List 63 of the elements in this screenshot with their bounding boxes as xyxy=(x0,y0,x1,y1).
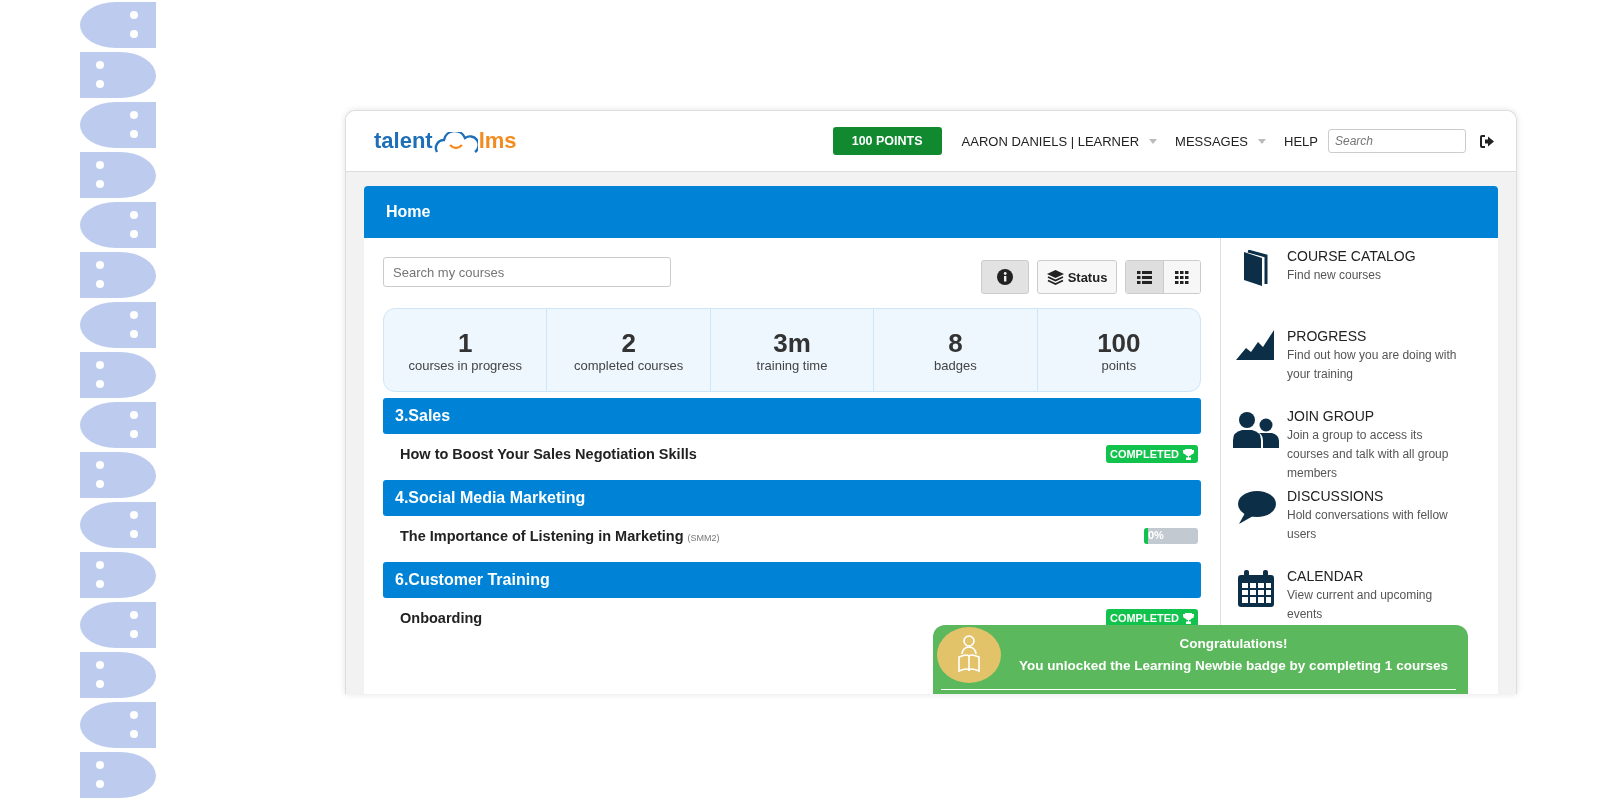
sidebar-link[interactable]: CALENDAR xyxy=(1287,566,1467,586)
course-search-field[interactable]: Search my courses xyxy=(383,257,671,287)
category-header[interactable]: 6.Customer Training xyxy=(383,562,1201,598)
category-title: 3.Sales xyxy=(395,407,451,425)
course-link[interactable]: How to Boost Your Sales Negotiation Skills xyxy=(400,446,697,462)
trophy-icon xyxy=(1183,612,1194,624)
logo-text: lms xyxy=(478,128,517,154)
sidebar-description: Find out how you are doing with your training xyxy=(1287,347,1458,383)
grid-icon xyxy=(1175,270,1189,284)
layers-icon xyxy=(1046,269,1064,285)
page-title: Home xyxy=(386,203,431,221)
sidebar-link[interactable]: PROGRESS xyxy=(1287,326,1467,346)
people-icon xyxy=(1233,410,1279,448)
list-view-button[interactable] xyxy=(1126,261,1163,293)
stat-label: courses in progress xyxy=(408,357,522,373)
stat-value: 1 xyxy=(457,327,473,358)
caret-icon xyxy=(1258,138,1267,144)
help-link[interactable]: HELP xyxy=(1284,133,1318,149)
book-icon xyxy=(1242,250,1270,288)
points-button[interactable]: 100 POINTS xyxy=(832,127,942,155)
stat-value: 100 xyxy=(1097,327,1141,358)
info-button[interactable] xyxy=(981,260,1029,294)
course-link[interactable]: The Importance of Listening in Marketing xyxy=(400,528,684,544)
trophy-icon xyxy=(1183,448,1194,460)
search-field[interactable]: Search xyxy=(1328,129,1466,153)
toast-message: You unlocked the Learning Newbie badge by completing 1 courses xyxy=(1019,657,1448,675)
speech-bubble-icon xyxy=(1236,490,1276,524)
category-title: 4.Social Media Marketing xyxy=(395,489,586,507)
logo-text: talent xyxy=(374,128,433,154)
category-header[interactable]: 4.Social Media Marketing xyxy=(383,480,1201,516)
stat-label: points xyxy=(1101,357,1137,373)
sidebar-description: Find new courses xyxy=(1287,267,1383,284)
toast-title: Congratulations! xyxy=(1179,635,1288,653)
messages-menu[interactable]: MESSAGES xyxy=(1175,133,1249,149)
stat-label: training time xyxy=(756,357,828,373)
info-icon xyxy=(997,269,1013,285)
stat-value: 8 xyxy=(948,327,963,358)
list-icon xyxy=(1137,270,1152,284)
progress-reading: 0% xyxy=(1148,529,1164,541)
stat-label: completed courses xyxy=(574,357,684,373)
caret-icon xyxy=(1149,138,1158,144)
sidebar-description: View current and upcoming events xyxy=(1287,587,1434,623)
status-button[interactable]: Status xyxy=(1037,260,1117,294)
user-menu[interactable]: AARON DANIELS | LEARNER xyxy=(961,133,1140,149)
completed-badge: COMPLETED xyxy=(1105,445,1198,463)
course-link[interactable]: Onboarding xyxy=(400,610,483,626)
stat-value: 2 xyxy=(621,327,636,358)
stat-label: badges xyxy=(934,357,977,373)
category-header[interactable]: 3.Sales xyxy=(383,398,1201,434)
calendar-icon xyxy=(1237,570,1275,608)
grid-view-button[interactable] xyxy=(1163,261,1200,293)
logout-icon[interactable] xyxy=(1480,134,1494,148)
sidebar-link[interactable]: DISCUSSIONS xyxy=(1287,486,1467,506)
sidebar-description: Join a group to access its courses and talk with all group members xyxy=(1287,427,1450,482)
badge-reader-icon xyxy=(937,627,1001,683)
sidebar-link[interactable]: JOIN GROUP xyxy=(1287,406,1467,426)
category-title: 6.Customer Training xyxy=(395,571,550,589)
area-chart-icon xyxy=(1236,330,1276,360)
sidebar-link[interactable]: COURSE CATALOG xyxy=(1287,246,1467,266)
sidebar-description: Hold conversations with fellow users xyxy=(1287,507,1449,543)
cloud-logo-icon xyxy=(433,132,478,154)
stat-value: 3m xyxy=(773,327,811,358)
course-code: (SMM2) xyxy=(687,532,720,543)
